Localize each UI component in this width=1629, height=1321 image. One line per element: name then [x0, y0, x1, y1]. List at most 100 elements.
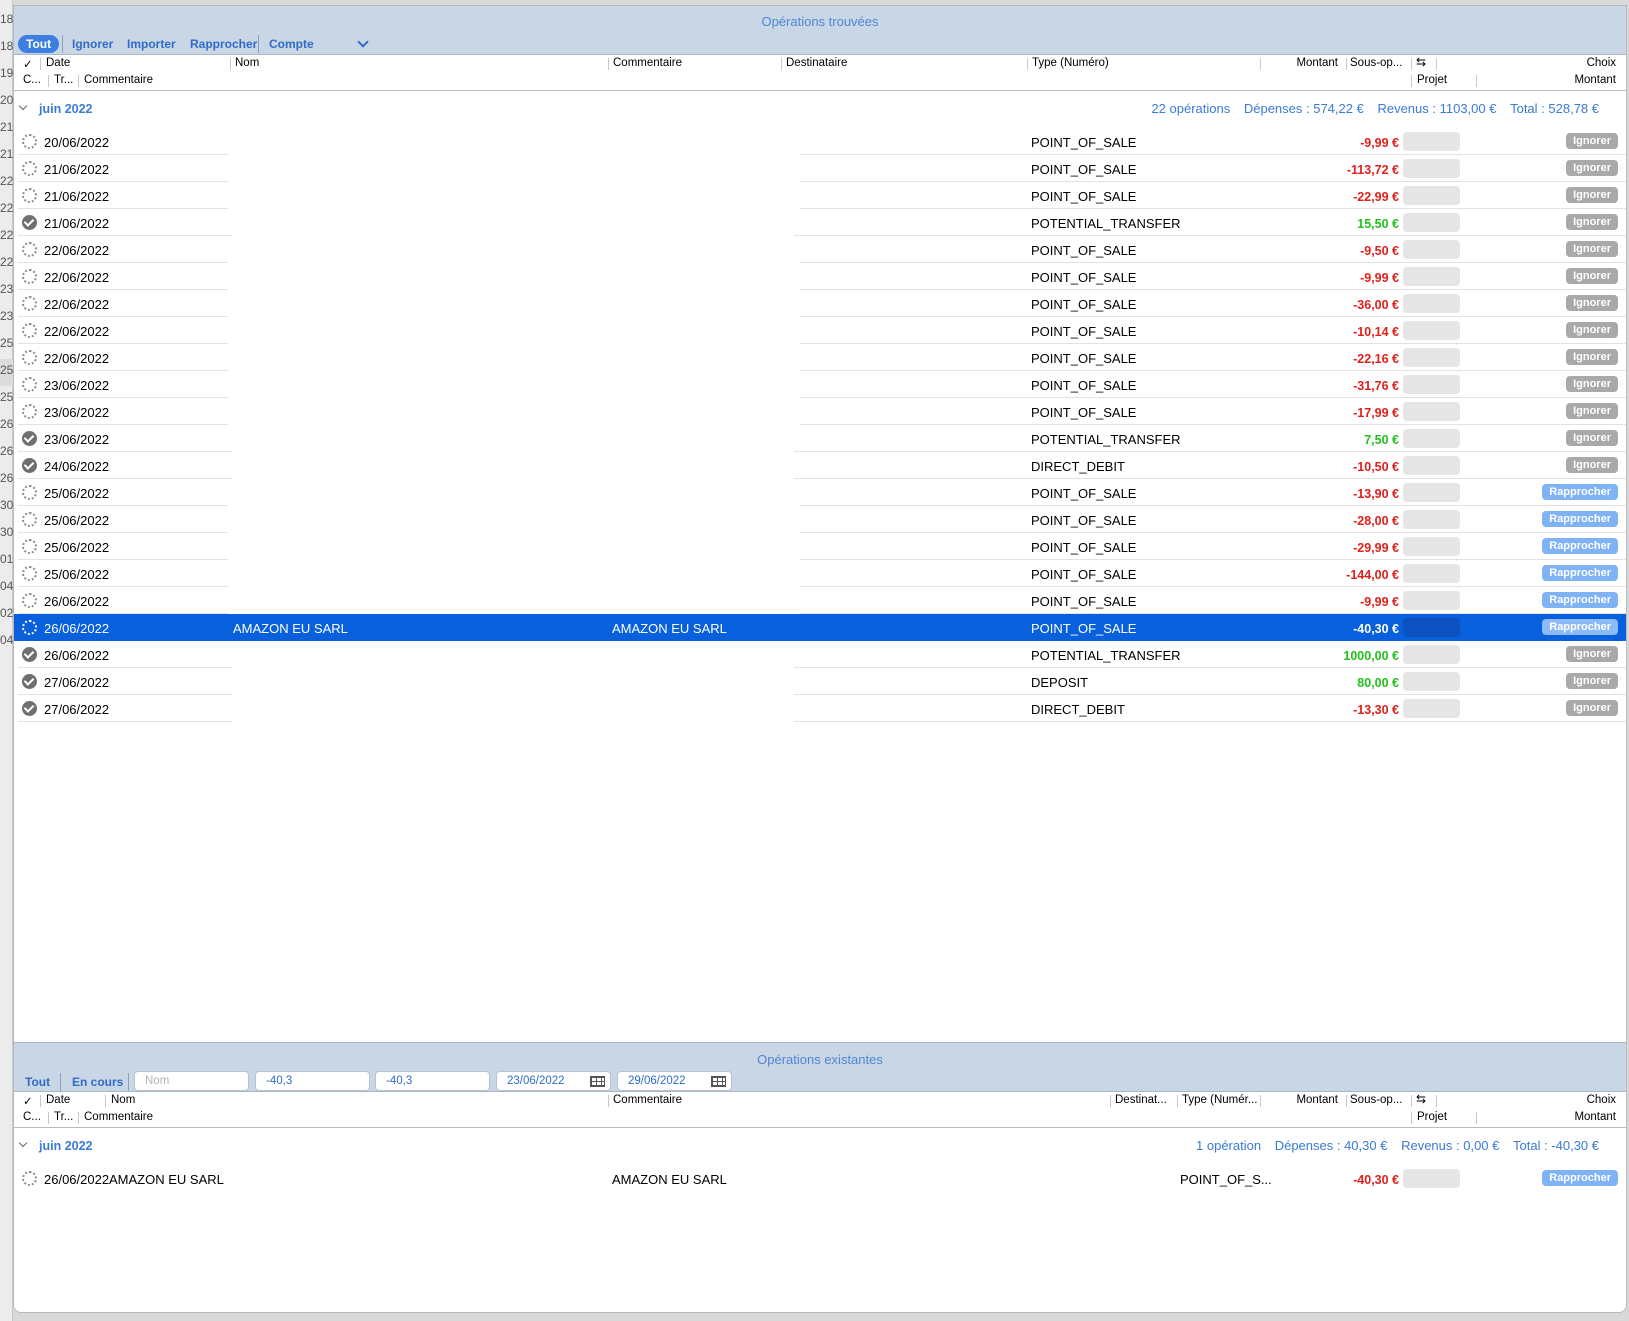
col-nom-header[interactable]: Nom — [111, 1094, 135, 1106]
operation-row[interactable]: 22/06/2022 POINT_OF_SALE -22,16 € Ignorer — [14, 344, 1626, 371]
col-amount2-header[interactable]: Montant — [1574, 1111, 1616, 1123]
group-header-june-2022[interactable]: juin 2022 22 opérations Dépenses : 574,2… — [14, 94, 1626, 124]
col-c-header[interactable]: C... — [23, 1111, 41, 1123]
col-type-header[interactable]: Type (Numér... — [1182, 1094, 1257, 1106]
amount-min-field[interactable]: -40,3 — [255, 1071, 370, 1091]
row-subop-field[interactable] — [1403, 186, 1460, 205]
checkmark-circle-icon[interactable] — [22, 647, 37, 662]
col-amount2-header[interactable]: Montant — [1574, 74, 1616, 86]
filter-import-button[interactable]: Importer — [121, 35, 182, 53]
row-choice-button[interactable]: Ignorer — [1566, 403, 1618, 419]
operation-row[interactable]: 20/06/2022 POINT_OF_SALE -9,99 € Ignorer — [14, 128, 1626, 155]
name-filter-field[interactable]: Nom — [134, 1071, 249, 1091]
row-choice-button[interactable]: Ignorer — [1566, 241, 1618, 257]
operation-row[interactable]: 22/06/2022 POINT_OF_SALE -10,14 € Ignorer — [14, 317, 1626, 344]
checkmark-circle-icon[interactable] — [22, 215, 37, 230]
row-choice-button[interactable]: Rapprocher — [1542, 592, 1618, 608]
row-subop-field[interactable] — [1403, 591, 1460, 610]
row-subop-field[interactable] — [1403, 132, 1460, 151]
date-to-field[interactable]: 29/06/2022 — [617, 1071, 732, 1091]
row-choice-button[interactable]: Rapprocher — [1542, 619, 1618, 635]
pending-spinner-icon[interactable] — [22, 404, 37, 419]
row-subop-field[interactable] — [1403, 213, 1460, 232]
row-choice-button[interactable]: Ignorer — [1566, 430, 1618, 446]
pending-spinner-icon[interactable] — [22, 242, 37, 257]
pending-spinner-icon[interactable] — [22, 296, 37, 311]
checkmark-circle-icon[interactable] — [22, 674, 37, 689]
swap-arrows-icon[interactable]: ⇆ — [1416, 1092, 1426, 1106]
col-choice-header[interactable]: Choix — [1587, 57, 1616, 69]
row-choice-button[interactable]: Ignorer — [1566, 673, 1618, 689]
row-choice-button[interactable]: Rapprocher — [1542, 1170, 1618, 1186]
pending-spinner-icon[interactable] — [22, 350, 37, 365]
row-subop-field[interactable] — [1403, 402, 1460, 421]
operation-row[interactable]: 23/06/2022 POINT_OF_SALE -17,99 € Ignorer — [14, 398, 1626, 425]
account-popup-button[interactable]: Compte — [263, 35, 320, 53]
row-subop-field[interactable] — [1403, 429, 1460, 448]
col-c-header[interactable]: C... — [23, 74, 41, 86]
col-subop-header[interactable]: Sous-op... — [1350, 1094, 1402, 1106]
col-nom-header[interactable]: Nom — [235, 57, 259, 69]
operation-row[interactable]: 27/06/2022 DIRECT_DEBIT -13,30 € Ignorer — [14, 695, 1626, 722]
row-subop-field[interactable] — [1403, 537, 1460, 556]
row-choice-button[interactable]: Rapprocher — [1542, 484, 1618, 500]
row-choice-button[interactable]: Ignorer — [1566, 295, 1618, 311]
operation-row[interactable]: 24/06/2022 DIRECT_DEBIT -10,50 € Ignorer — [14, 452, 1626, 479]
col-check-header[interactable]: ✓ — [23, 1094, 33, 1108]
col-recipient-header[interactable]: Destinat... — [1115, 1094, 1167, 1106]
col-comment-header[interactable]: Commentaire — [613, 1094, 682, 1106]
row-subop-field[interactable] — [1403, 240, 1460, 259]
row-subop-field[interactable] — [1403, 321, 1460, 340]
filter-all-button[interactable]: Tout — [18, 35, 60, 53]
col-tr-header[interactable]: Tr... — [54, 1111, 73, 1123]
row-subop-field[interactable] — [1403, 672, 1460, 691]
row-choice-button[interactable]: Ignorer — [1566, 214, 1618, 230]
row-subop-field[interactable] — [1403, 375, 1460, 394]
row-subop-field[interactable] — [1403, 510, 1460, 529]
filter-ignore-button[interactable]: Ignorer — [66, 35, 119, 53]
checkmark-circle-icon[interactable] — [22, 431, 37, 446]
col-subop-header[interactable]: Sous-op... — [1350, 57, 1402, 69]
col-date-header[interactable]: Date — [46, 57, 70, 69]
row-choice-button[interactable]: Ignorer — [1566, 376, 1618, 392]
swap-arrows-icon[interactable]: ⇆ — [1416, 55, 1426, 69]
existing-filter-all-button[interactable]: Tout — [19, 1073, 56, 1091]
checkmark-circle-icon[interactable] — [22, 458, 37, 473]
col-comment2-header[interactable]: Commentaire — [84, 74, 153, 86]
operation-row[interactable]: 25/06/2022 POINT_OF_SALE -28,00 € Rapproche… — [14, 506, 1626, 533]
pending-spinner-icon[interactable] — [22, 269, 37, 284]
row-subop-field[interactable] — [1403, 267, 1460, 286]
pending-spinner-icon[interactable] — [22, 485, 37, 500]
col-amount-header[interactable]: Montant — [1296, 57, 1338, 69]
pending-spinner-icon[interactable] — [22, 134, 37, 149]
row-choice-button[interactable]: Ignorer — [1566, 322, 1618, 338]
pending-spinner-icon[interactable] — [22, 593, 37, 608]
operation-row[interactable]: 26/06/2022 POTENTIAL_TRANSFER 1000,00 € Ign… — [14, 641, 1626, 668]
chevron-down-icon[interactable] — [357, 36, 369, 48]
row-choice-button[interactable]: Rapprocher — [1542, 538, 1618, 554]
checkmark-circle-icon[interactable] — [22, 701, 37, 716]
pending-spinner-icon[interactable] — [22, 377, 37, 392]
row-choice-button[interactable]: Ignorer — [1566, 133, 1618, 149]
col-amount-header[interactable]: Montant — [1296, 1094, 1338, 1106]
operation-row[interactable]: 26/06/2022 POINT_OF_SALE -9,99 € Rapprocher — [14, 587, 1626, 614]
disclosure-chevron-icon[interactable] — [18, 101, 28, 111]
col-choice-header[interactable]: Choix — [1587, 1094, 1616, 1106]
row-choice-button[interactable]: Ignorer — [1566, 646, 1618, 662]
row-choice-button[interactable]: Ignorer — [1566, 268, 1618, 284]
operation-row[interactable]: 27/06/2022 DEPOSIT 80,00 € Ignorer — [14, 668, 1626, 695]
row-subop-field[interactable] — [1403, 1169, 1460, 1188]
col-type-header[interactable]: Type (Numéro) — [1032, 57, 1109, 69]
row-subop-field[interactable] — [1403, 159, 1460, 178]
pending-spinner-icon[interactable] — [22, 188, 37, 203]
row-subop-field[interactable] — [1403, 618, 1460, 637]
row-choice-button[interactable]: Ignorer — [1566, 160, 1618, 176]
row-choice-button[interactable]: Rapprocher — [1542, 565, 1618, 581]
pending-spinner-icon[interactable] — [22, 539, 37, 554]
row-subop-field[interactable] — [1403, 348, 1460, 367]
calendar-icon[interactable] — [590, 1076, 605, 1087]
col-comment-header[interactable]: Commentaire — [613, 57, 682, 69]
row-choice-button[interactable]: Ignorer — [1566, 187, 1618, 203]
operation-row[interactable]: 22/06/2022 POINT_OF_SALE -36,00 € Ignorer — [14, 290, 1626, 317]
disclosure-chevron-icon[interactable] — [18, 1138, 28, 1148]
